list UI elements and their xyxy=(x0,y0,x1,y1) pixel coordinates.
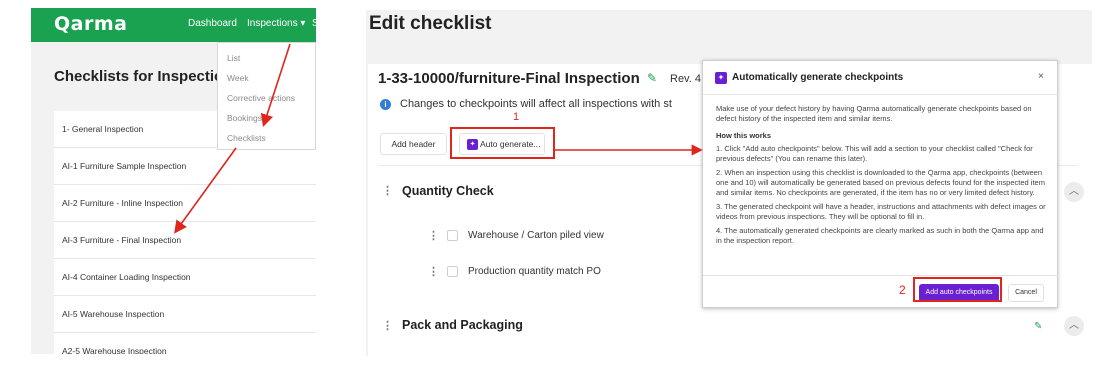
how-it-works-heading: How this works xyxy=(716,131,772,140)
step-item: 4. The automatically generated checkpoin… xyxy=(716,226,1044,245)
section-title: Pack and Packaging xyxy=(402,318,523,332)
checklist-name: 1-33-10000/furniture-Final Inspection xyxy=(378,70,640,87)
auto-generate-modal: ✦ Automatically generate checkpoints × M… xyxy=(702,60,1059,309)
checkpoint-checkbox[interactable] xyxy=(447,266,458,277)
modal-header: ✦ Automatically generate checkpoints × xyxy=(703,61,1059,95)
dropdown-item-corrective-actions[interactable]: Corrective actions xyxy=(227,93,295,103)
how-it-works-steps: 1. Click "Add auto checkpoints" below. T… xyxy=(716,144,1049,246)
cancel-button[interactable]: Cancel xyxy=(1008,284,1044,302)
add-header-button[interactable]: Add header xyxy=(380,133,447,155)
dropdown-item-week[interactable]: Week xyxy=(227,73,249,83)
list-item[interactable]: AI-5 Warehouse Inspection xyxy=(54,296,316,333)
step-item: 3. The generated checkpoint will have a … xyxy=(716,202,1046,221)
step-item: 1. Click "Add auto checkpoints" below. T… xyxy=(716,144,1033,163)
checklists-panel: Qarma Dashboard Inspections ▾ S Checklis… xyxy=(31,8,316,354)
modal-intro: Make use of your defect history by havin… xyxy=(716,104,1032,123)
dropdown-item-bookings[interactable]: Bookings xyxy=(227,113,262,123)
step-item: 2. When an inspection using this checkli… xyxy=(716,168,1045,197)
checkpoint-checkbox[interactable] xyxy=(447,230,458,241)
checkpoint-label: Warehouse / Carton piled view xyxy=(468,230,604,241)
edit-pencil-icon[interactable]: ✎ xyxy=(647,71,657,85)
list-item[interactable]: AI-2 Furniture - Inline Inspection xyxy=(54,185,316,222)
close-icon[interactable]: × xyxy=(1038,71,1044,82)
edit-checklist-title: Edit checklist xyxy=(369,13,492,34)
modal-title: Automatically generate checkpoints xyxy=(732,72,904,83)
sparkle-icon: ✦ xyxy=(715,72,727,84)
revision-label: Rev. 4 xyxy=(670,73,701,85)
collapse-chevron-icon[interactable]: ︿ xyxy=(1064,316,1084,336)
edit-pencil-icon[interactable]: ✎ xyxy=(1034,321,1042,332)
collapse-chevron-icon[interactable]: ︿ xyxy=(1064,182,1084,202)
drag-handle-icon[interactable]: ⋮ xyxy=(428,229,439,242)
section-title: Quantity Check xyxy=(402,184,494,198)
highlight-box-step-2 xyxy=(913,277,1002,302)
list-item[interactable]: AI-4 Container Loading Inspection xyxy=(54,259,316,296)
list-item[interactable]: A2-5 Warehouse Inspection xyxy=(54,333,316,354)
checkpoint-label: Production quantity match PO xyxy=(468,266,601,277)
dropdown-item-checklists[interactable]: Checklists xyxy=(227,133,266,143)
drag-handle-icon[interactable]: ⋮ xyxy=(428,265,439,278)
qarma-logo[interactable]: Qarma xyxy=(54,13,127,35)
dropdown-item-list[interactable]: List xyxy=(227,53,240,63)
step-number-1: 1 xyxy=(513,111,520,123)
step-number-2: 2 xyxy=(899,283,906,297)
info-message: Changes to checkpoints will affect all i… xyxy=(400,98,672,110)
modal-footer: Add auto checkpoints Cancel xyxy=(703,275,1059,309)
nav-dashboard[interactable]: Dashboard xyxy=(188,18,237,29)
inspections-dropdown: List Week Corrective actions Bookings Ch… xyxy=(217,42,316,150)
drag-handle-icon[interactable]: ⋮ xyxy=(382,184,393,197)
list-item[interactable]: AI-3 Furniture - Final Inspection xyxy=(54,222,316,259)
drag-handle-icon[interactable]: ⋮ xyxy=(382,319,393,332)
modal-body: Make use of your defect history by havin… xyxy=(716,104,1049,250)
highlight-box-step-1 xyxy=(450,127,555,159)
nav-inspections[interactable]: Inspections ▾ xyxy=(247,18,305,29)
info-icon: i xyxy=(380,99,391,110)
page-title: Checklists for Inspection xyxy=(54,68,233,85)
list-item[interactable]: AI-1 Furniture Sample Inspection xyxy=(54,148,316,185)
top-navbar: Qarma Dashboard Inspections ▾ S xyxy=(31,8,316,42)
nav-more[interactable]: S xyxy=(312,18,316,29)
